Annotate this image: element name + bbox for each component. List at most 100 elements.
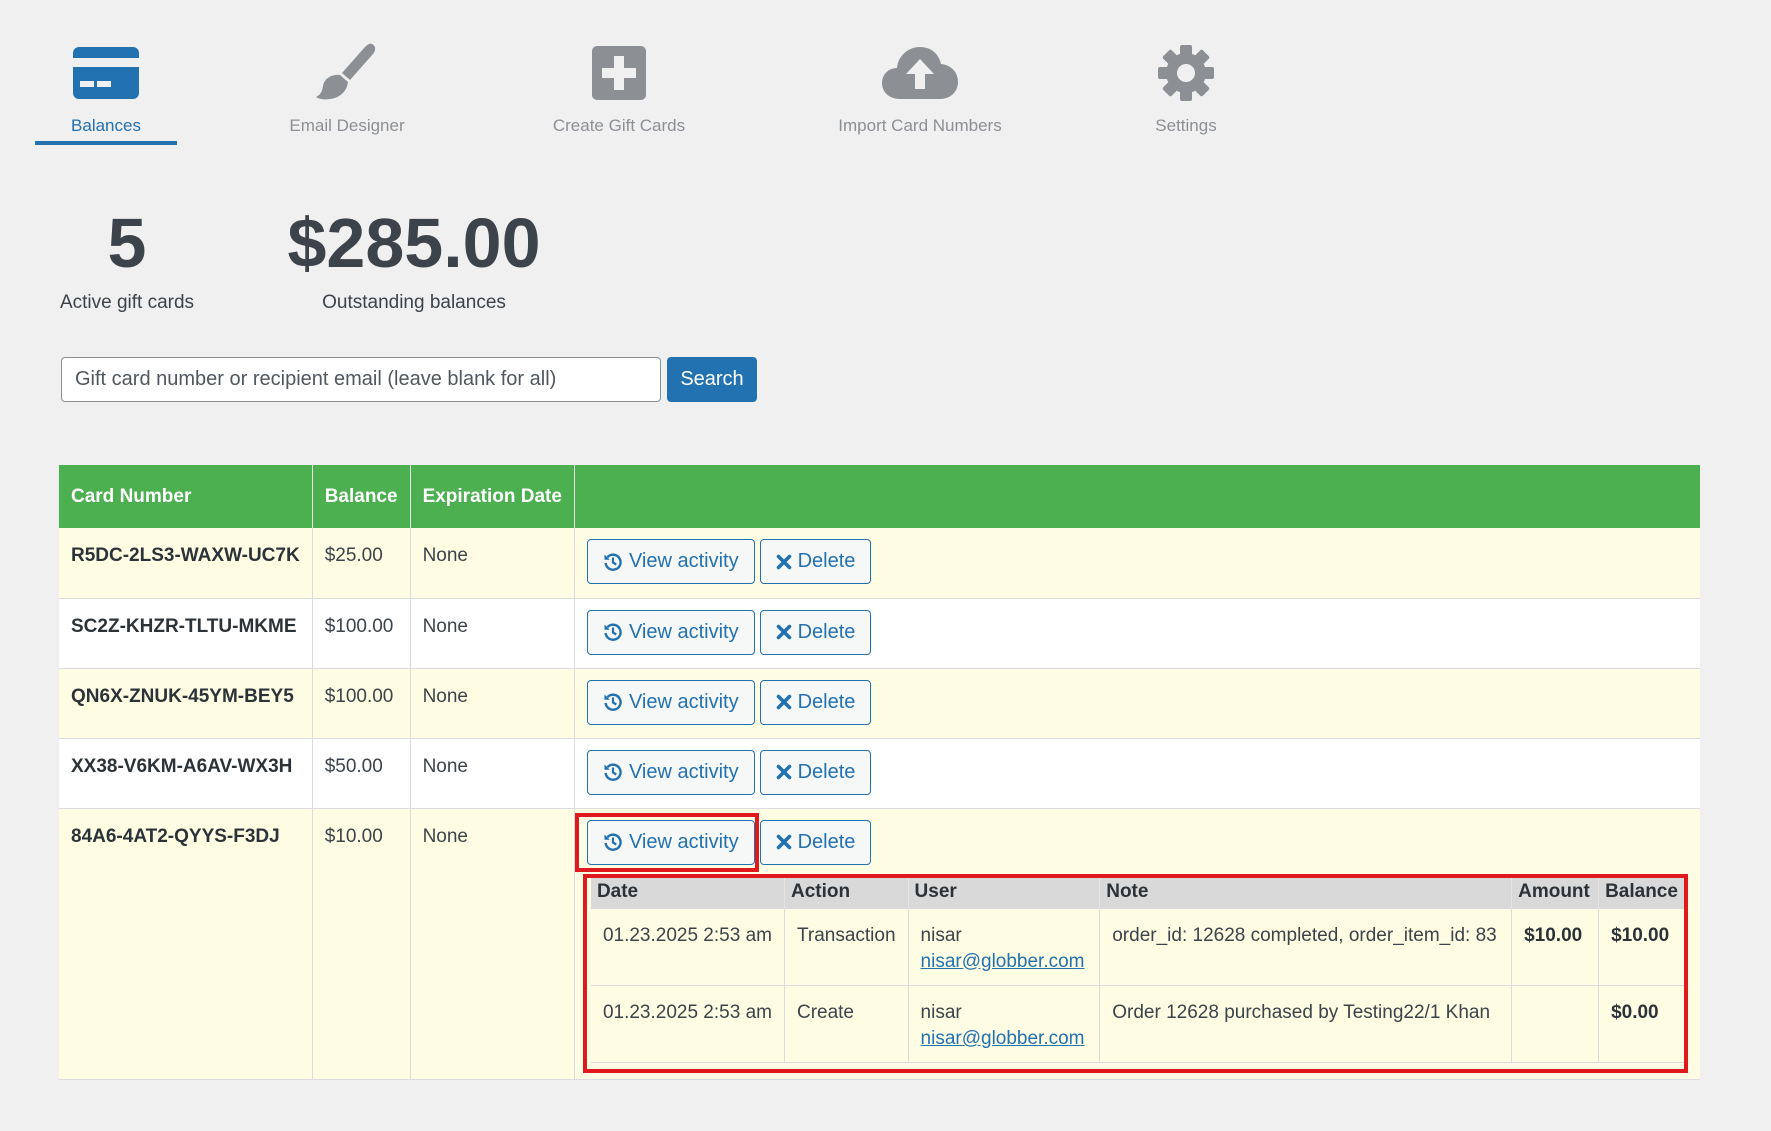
activity-header-row: Date Action User Note Amount Balance (590, 874, 1684, 909)
history-icon (603, 622, 623, 642)
column-header: Balance (312, 465, 411, 528)
column-header: Expiration Date (410, 465, 575, 528)
tab-create-gift-cards[interactable]: Create Gift Cards (548, 40, 690, 145)
row-actions: View activity Delete (574, 528, 1700, 599)
user-email-link[interactable]: nisar@globber.com (921, 951, 1085, 972)
column-header: Action (784, 874, 909, 909)
active-cards-stat: 5 Active gift cards (52, 208, 202, 314)
active-cards-label: Active gift cards (59, 292, 195, 313)
activity-amount (1511, 985, 1600, 1063)
card-balance: $10.00 (312, 808, 411, 1080)
gear-icon (1146, 40, 1226, 106)
view-activity-button[interactable]: View activity (586, 539, 755, 584)
card-expiration: None (410, 598, 575, 669)
delete-label: Delete (797, 830, 856, 853)
view-activity-button[interactable]: View activity (586, 819, 755, 865)
card-expiration: None (410, 668, 575, 739)
user-name: nisar (920, 1002, 962, 1023)
view-activity-label: View activity (628, 690, 739, 713)
paintbrush-icon (307, 40, 387, 106)
activity-balance: $10.00 (1598, 908, 1684, 986)
view-activity-label: View activity (628, 760, 739, 783)
delete-label: Delete (797, 760, 856, 783)
card-balance: $50.00 (312, 738, 411, 809)
tab-import-card-numbers[interactable]: Import Card Numbers (820, 40, 1020, 145)
card-number: QN6X-ZNUK-45YM-BEY5 (59, 668, 313, 739)
row-actions: View activity Delete (574, 598, 1700, 669)
table-row: 84A6-4AT2-QYYS-F3DJ $10.00 None View act… (59, 808, 1700, 1080)
tab-label: Import Card Numbers (838, 116, 1002, 135)
user-name: nisar (920, 924, 962, 946)
card-expiration: None (410, 528, 575, 599)
activity-action: Create (784, 985, 909, 1063)
outstanding-label: Outstanding balances (322, 292, 506, 313)
history-icon (603, 692, 623, 712)
table-row: R5DC-2LS3-WAXW-UC7K $25.00 None View act… (59, 528, 1700, 599)
view-activity-button[interactable]: View activity (586, 749, 755, 795)
user-email-link[interactable]: nisar@globber.com (921, 1028, 1085, 1049)
delete-button[interactable]: Delete (759, 539, 872, 584)
card-balance: $25.00 (312, 528, 411, 599)
tab-label: Email Designer (289, 116, 405, 135)
delete-button[interactable]: Delete (759, 749, 872, 795)
row-actions: View activity Delete (574, 738, 1700, 809)
table-row: QN6X-ZNUK-45YM-BEY5 $100.00 None View ac… (59, 668, 1700, 739)
activity-note: Order 12628 purchased by Testing22/1 Kha… (1099, 985, 1513, 1063)
history-icon (603, 762, 623, 782)
tab-bar: Balances Email Designer Create Gift Card… (0, 0, 1771, 150)
outstanding-balance-stat: $285.00 Outstanding balances (284, 208, 544, 314)
activity-balance: $0.00 (1598, 985, 1684, 1063)
tab-balances[interactable]: Balances (35, 40, 177, 145)
card-balance: $100.00 (312, 668, 411, 739)
activity-amount: $10.00 (1511, 908, 1600, 986)
activity-note: order_id: 12628 completed, order_item_id… (1099, 908, 1513, 986)
card-balance: $100.00 (312, 598, 411, 669)
column-header: Date (590, 874, 785, 909)
credit-card-icon (66, 40, 146, 106)
card-number: XX38-V6KM-A6AV-WX3H (59, 738, 313, 809)
search-input[interactable] (61, 357, 661, 402)
column-header (574, 465, 1700, 528)
history-icon (603, 552, 623, 572)
activity-user: nisar nisar@globber.com (908, 908, 1101, 986)
delete-label: Delete (797, 550, 856, 572)
card-number: SC2Z-KHZR-TLTU-MKME (59, 598, 313, 669)
history-icon (603, 832, 623, 852)
activity-row: 01.23.2025 2:53 am Transaction nisar nis… (590, 908, 1684, 986)
activity-date: 01.23.2025 2:53 am (590, 985, 785, 1063)
view-activity-button[interactable]: View activity (586, 609, 755, 655)
card-expiration: None (410, 808, 575, 1080)
active-cards-count: 5 (107, 204, 147, 282)
close-icon (776, 764, 792, 780)
column-header: Card Number (59, 465, 313, 528)
close-icon (776, 554, 792, 570)
activity-panel: Date Action User Note Amount Balance 01.… (587, 871, 1688, 1068)
table-row: SC2Z-KHZR-TLTU-MKME $100.00 None View ac… (59, 598, 1700, 669)
delete-button[interactable]: Delete (759, 679, 872, 725)
column-header: Balance (1598, 874, 1684, 909)
tab-label: Balances (71, 116, 141, 135)
activity-row: 01.23.2025 2:53 am Create nisar nisar@gl… (590, 985, 1684, 1063)
column-header: Note (1099, 874, 1513, 909)
table-header-row: Card Number Balance Expiration Date (59, 465, 1700, 528)
delete-label: Delete (797, 620, 856, 643)
tab-label: Create Gift Cards (552, 116, 686, 135)
search-button[interactable]: Search (667, 357, 757, 402)
activity-table: Date Action User Note Amount Balance 01.… (590, 874, 1684, 1063)
delete-button[interactable]: Delete (759, 819, 872, 865)
tab-settings[interactable]: Settings (1115, 40, 1257, 145)
view-activity-button[interactable]: View activity (586, 679, 755, 725)
close-icon (776, 834, 792, 850)
close-icon (776, 694, 792, 710)
tab-label: Settings (1155, 116, 1217, 135)
plus-square-icon (579, 40, 659, 106)
tab-email-designer[interactable]: Email Designer (276, 40, 418, 145)
card-number: R5DC-2LS3-WAXW-UC7K (59, 528, 313, 599)
activity-user: nisar nisar@globber.com (908, 985, 1101, 1063)
close-icon (776, 624, 792, 640)
activity-action: Transaction (784, 908, 909, 986)
view-activity-label: View activity (628, 550, 739, 572)
table-row: XX38-V6KM-A6AV-WX3H $50.00 None View act… (59, 738, 1700, 809)
delete-button[interactable]: Delete (759, 609, 872, 655)
delete-label: Delete (797, 690, 856, 713)
